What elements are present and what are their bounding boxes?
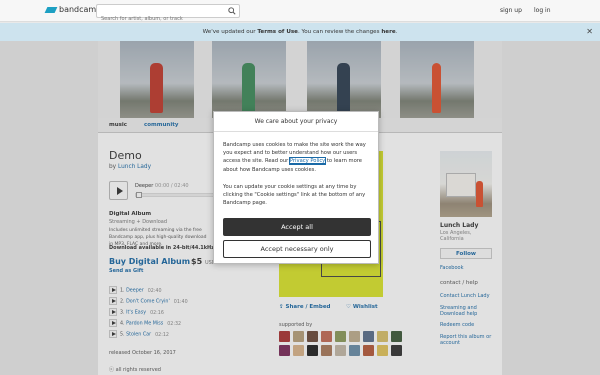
banner-text-mid: . You can review the changes — [297, 29, 382, 35]
log-in-link[interactable]: log in — [534, 7, 551, 14]
search-icon[interactable] — [228, 7, 236, 15]
sign-up-link[interactable]: sign up — [500, 7, 522, 14]
close-icon[interactable]: ✕ — [586, 23, 593, 41]
privacy-policy-link[interactable]: Privacy Policy — [288, 157, 327, 166]
search-box — [96, 4, 240, 25]
terms-banner: We've updated our Terms of Use. You can … — [0, 23, 600, 41]
cookie-heading: We care about your privacy — [214, 112, 378, 132]
cookie-text-2: You can update your cookie settings at a… — [223, 184, 366, 207]
bandcamp-logo[interactable]: bandcamp — [44, 5, 102, 14]
top-bar: bandcamp sign up log in — [0, 0, 600, 25]
logo-text: bandcamp — [59, 5, 102, 14]
accept-necessary-button[interactable]: Accept necessary only — [223, 240, 371, 258]
changes-link[interactable]: here — [381, 29, 395, 35]
terms-link[interactable]: Terms of Use — [257, 29, 298, 35]
accept-all-button[interactable]: Accept all — [223, 218, 371, 236]
cookie-text-1: Bandcamp uses cookies to make the site w… — [223, 141, 373, 174]
banner-text-pre: We've updated our — [202, 29, 258, 35]
cookie-dialog: We care about your privacy Bandcamp uses… — [213, 111, 379, 264]
banner-text-end: . — [395, 29, 398, 35]
logo-mark-icon — [44, 6, 58, 13]
